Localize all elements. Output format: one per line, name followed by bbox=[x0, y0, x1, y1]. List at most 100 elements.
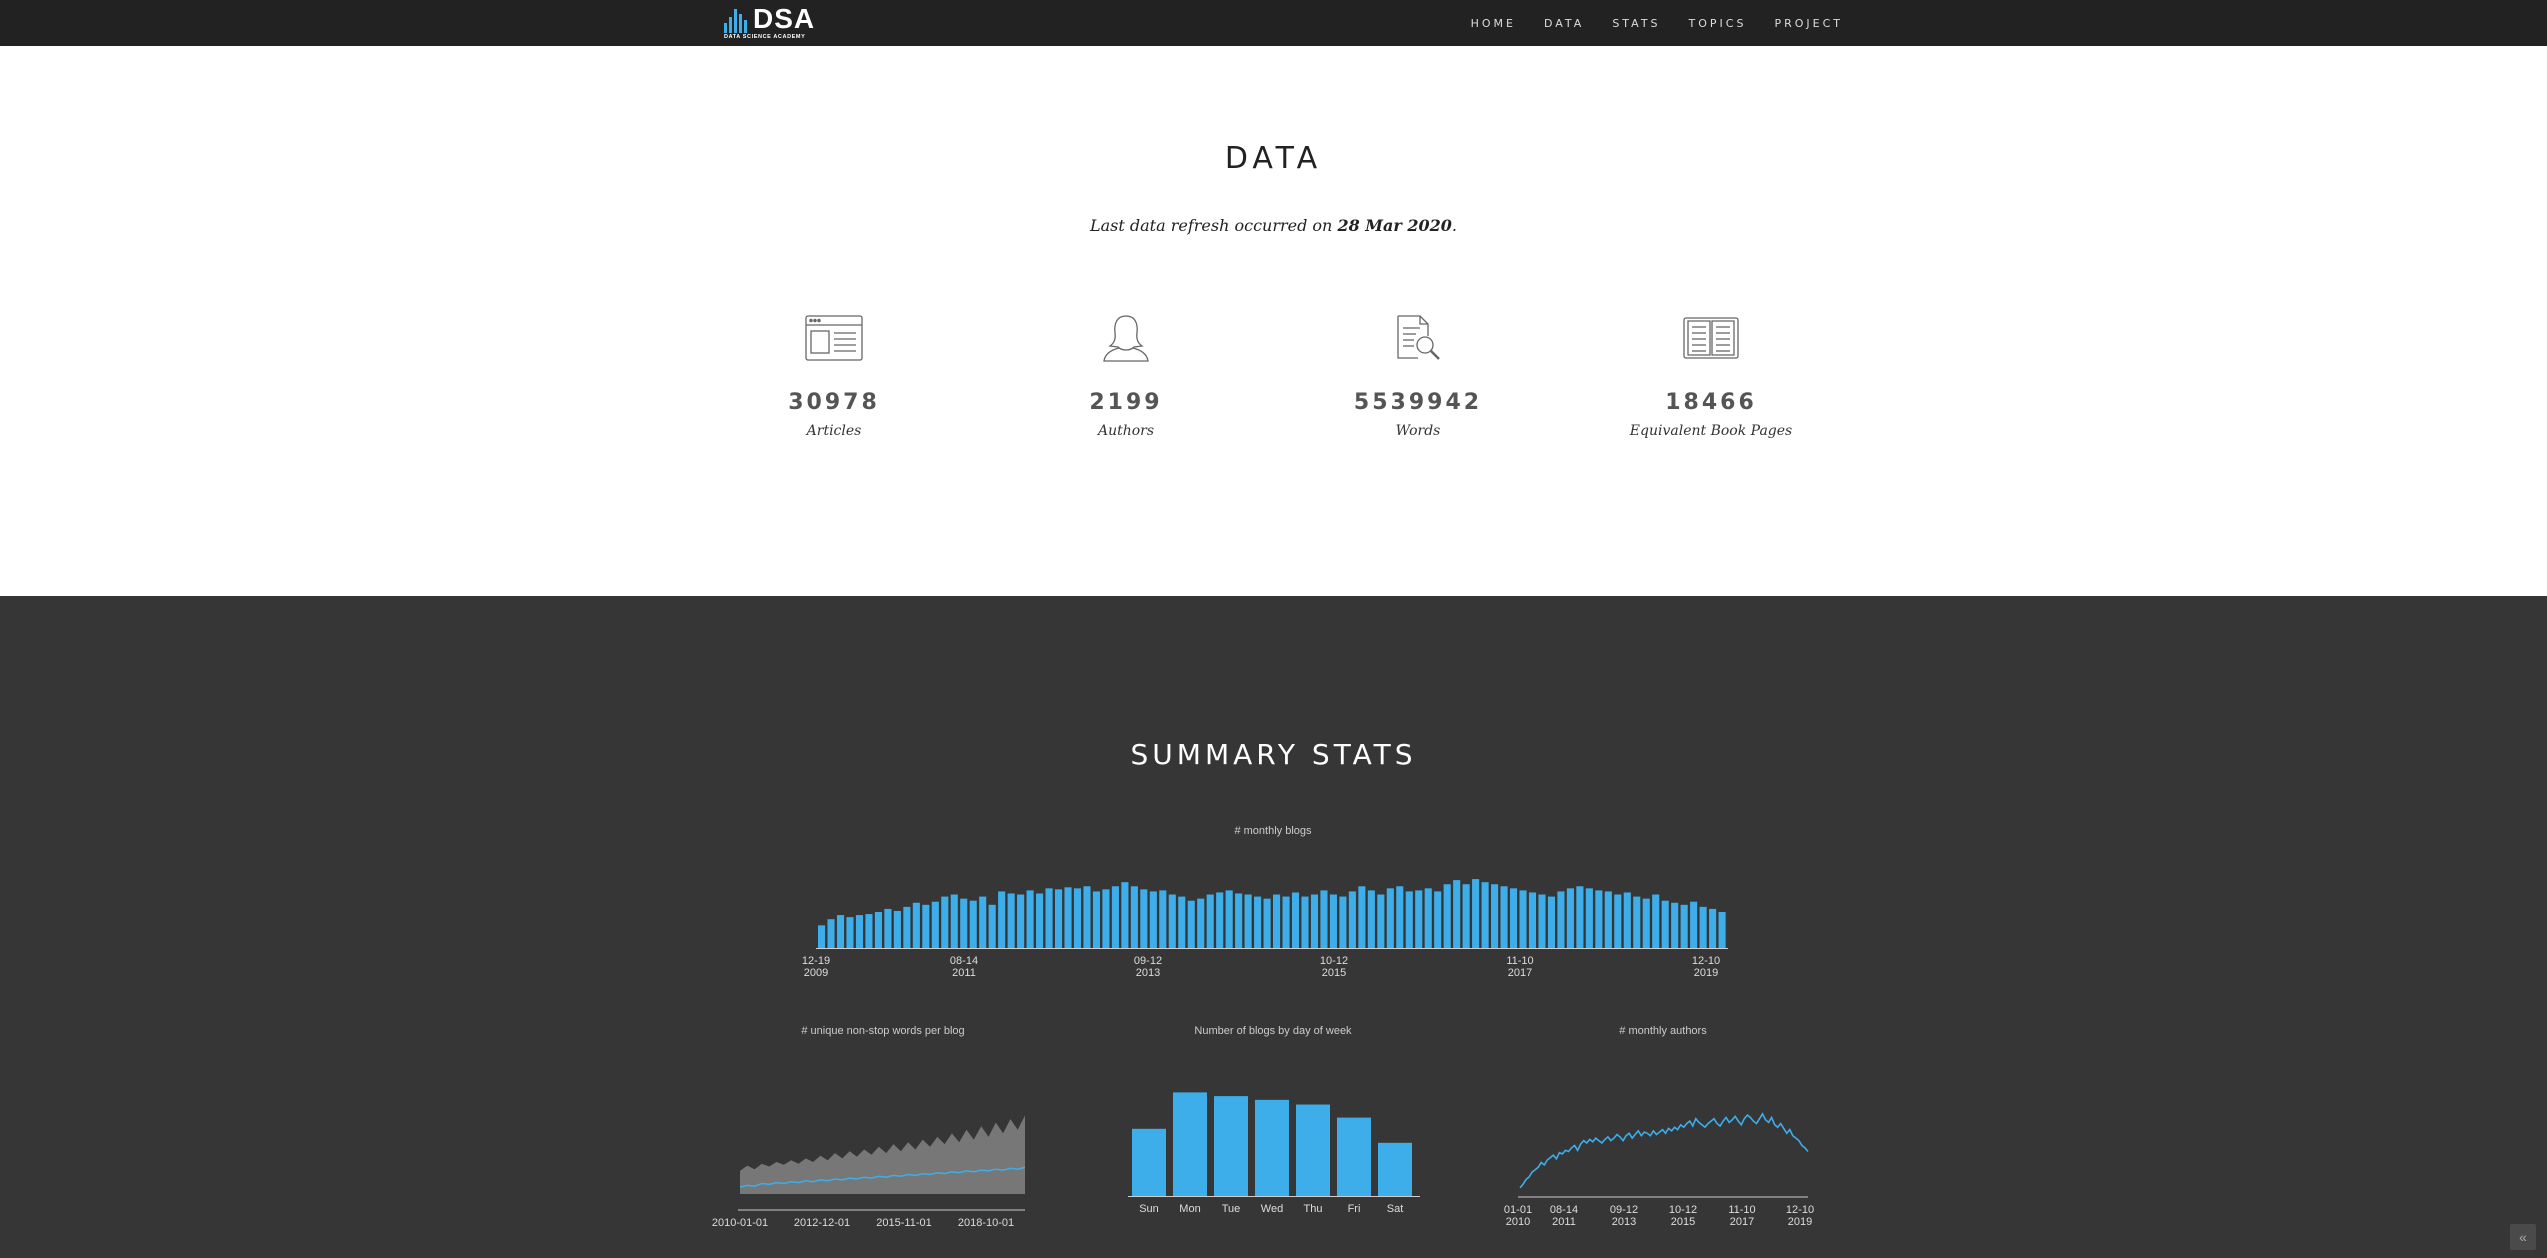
x-tick-label: Mon bbox=[1179, 1203, 1200, 1215]
bar bbox=[1282, 896, 1290, 948]
bar bbox=[979, 896, 987, 948]
bar bbox=[1652, 894, 1660, 948]
nav-project[interactable]: PROJECT bbox=[1774, 17, 1843, 30]
bar bbox=[1453, 880, 1461, 948]
x-tick-label: 2015 bbox=[1322, 967, 1346, 979]
bar bbox=[1415, 890, 1423, 948]
nav-data[interactable]: DATA bbox=[1544, 17, 1584, 30]
bar bbox=[836, 915, 845, 948]
logo-subtext: DATA SCIENCE ACADEMY bbox=[724, 34, 806, 40]
bar bbox=[855, 915, 864, 948]
bar bbox=[1159, 890, 1167, 948]
bar bbox=[998, 891, 1006, 948]
bar bbox=[1386, 888, 1394, 948]
bar bbox=[1064, 887, 1072, 948]
x-tick-label: 11-10 bbox=[1728, 1204, 1755, 1216]
bar bbox=[1310, 894, 1319, 948]
chevron-up-icon: « bbox=[2519, 1229, 2527, 1245]
x-tick-label: 2017 bbox=[1508, 967, 1532, 979]
bar bbox=[1178, 896, 1186, 948]
refresh-date: 28 Mar 2020 bbox=[1337, 216, 1452, 235]
x-tick-label: 2015 bbox=[1671, 1216, 1695, 1226]
bar bbox=[1443, 884, 1451, 948]
bar bbox=[1263, 898, 1271, 948]
x-tick-label: 2010 bbox=[1506, 1216, 1530, 1226]
bar bbox=[1699, 906, 1707, 948]
x-tick-label: Wed bbox=[1261, 1203, 1283, 1215]
bar bbox=[903, 906, 911, 948]
x-tick-label: 2011 bbox=[1552, 1216, 1576, 1226]
bar bbox=[1604, 891, 1612, 948]
unique-words-chart: 2010-01-01 2012-12-01 2015-11-01 2018-10-01 bbox=[712, 1115, 1026, 1226]
x-tick-label: 2018-10-01 bbox=[958, 1217, 1014, 1226]
stat-value: 5539942 bbox=[1353, 390, 1483, 415]
bar bbox=[1595, 890, 1603, 948]
stat-label: Equivalent Book Pages bbox=[1629, 423, 1793, 439]
x-tick-label: Sat bbox=[1387, 1203, 1404, 1215]
author-icon bbox=[976, 308, 1276, 368]
bar bbox=[818, 925, 826, 948]
chart-title-monthly-blogs: # monthly blogs bbox=[1234, 825, 1312, 837]
x-tick-label: Sun bbox=[1139, 1203, 1159, 1215]
nav-stats[interactable]: STATS bbox=[1612, 17, 1660, 30]
bar bbox=[1007, 893, 1015, 948]
bar bbox=[1291, 892, 1300, 948]
bar bbox=[1296, 1104, 1330, 1196]
bar bbox=[1017, 894, 1025, 948]
bar bbox=[846, 917, 854, 948]
refresh-suffix: . bbox=[1451, 216, 1457, 235]
bar bbox=[941, 896, 949, 948]
data-title: DATA bbox=[1224, 141, 1323, 176]
bar bbox=[1026, 890, 1034, 948]
x-tick-label: 2012-12-01 bbox=[794, 1217, 850, 1226]
x-tick-label: 2010-01-01 bbox=[712, 1217, 768, 1226]
stat-value: 18466 bbox=[1665, 390, 1757, 415]
day-of-week-chart: Sun Mon Tue Wed Thu Fri Sat bbox=[1128, 1092, 1420, 1215]
x-tick-label: 2017 bbox=[1730, 1216, 1754, 1226]
bar bbox=[1642, 898, 1650, 948]
logo-text: DSA bbox=[753, 3, 816, 34]
bar bbox=[950, 894, 958, 948]
top-navbar: DSA DATA SCIENCE ACADEMY HOME DATA STATS… bbox=[0, 0, 2547, 46]
bar bbox=[1206, 894, 1214, 948]
x-tick-label: Thu bbox=[1304, 1203, 1323, 1215]
bar bbox=[969, 900, 977, 948]
bar bbox=[865, 914, 873, 948]
dsa-logo[interactable]: DSA DATA SCIENCE ACADEMY bbox=[724, 4, 814, 42]
bar bbox=[1149, 891, 1157, 948]
bar bbox=[1585, 888, 1593, 948]
bar bbox=[1225, 890, 1233, 948]
bar bbox=[1348, 891, 1356, 948]
monthly-authors-chart: 01-012010 08-142011 09-122013 10-122015 11-1… bbox=[1504, 1112, 1814, 1226]
series-line bbox=[1519, 1112, 1809, 1189]
bar bbox=[1235, 893, 1243, 948]
chart-title-day-of-week: Number of blogs by day of week bbox=[1194, 1025, 1352, 1037]
bar bbox=[1481, 882, 1489, 948]
bar bbox=[1244, 894, 1252, 948]
x-tick-label: 08-14 bbox=[950, 955, 978, 967]
x-tick-label: 2019 bbox=[1788, 1216, 1812, 1226]
x-tick-label: 2019 bbox=[1694, 967, 1718, 979]
bar bbox=[1054, 889, 1063, 948]
bar bbox=[912, 902, 920, 948]
bar bbox=[922, 904, 930, 948]
nav-home[interactable]: HOME bbox=[1471, 17, 1516, 30]
bar bbox=[1255, 1099, 1289, 1196]
bar bbox=[1329, 894, 1337, 948]
bar bbox=[1367, 890, 1375, 948]
refresh-prefix: Last data refresh occurred on bbox=[1089, 216, 1338, 235]
bar bbox=[1337, 1117, 1371, 1196]
stat-articles: 30978 Articles bbox=[684, 308, 984, 439]
stat-label: Words bbox=[1395, 423, 1441, 439]
bar bbox=[988, 904, 996, 948]
bar bbox=[1500, 886, 1508, 948]
bar bbox=[1396, 886, 1404, 948]
bar bbox=[1111, 886, 1119, 948]
bar bbox=[1197, 898, 1205, 948]
bar bbox=[1358, 886, 1366, 948]
bar bbox=[1509, 888, 1518, 948]
nav-topics[interactable]: TOPICS bbox=[1689, 17, 1747, 30]
stat-value: 2199 bbox=[1089, 390, 1163, 415]
scroll-to-top-button[interactable]: « bbox=[2510, 1224, 2536, 1250]
x-tick-label: 08-14 bbox=[1550, 1204, 1578, 1216]
